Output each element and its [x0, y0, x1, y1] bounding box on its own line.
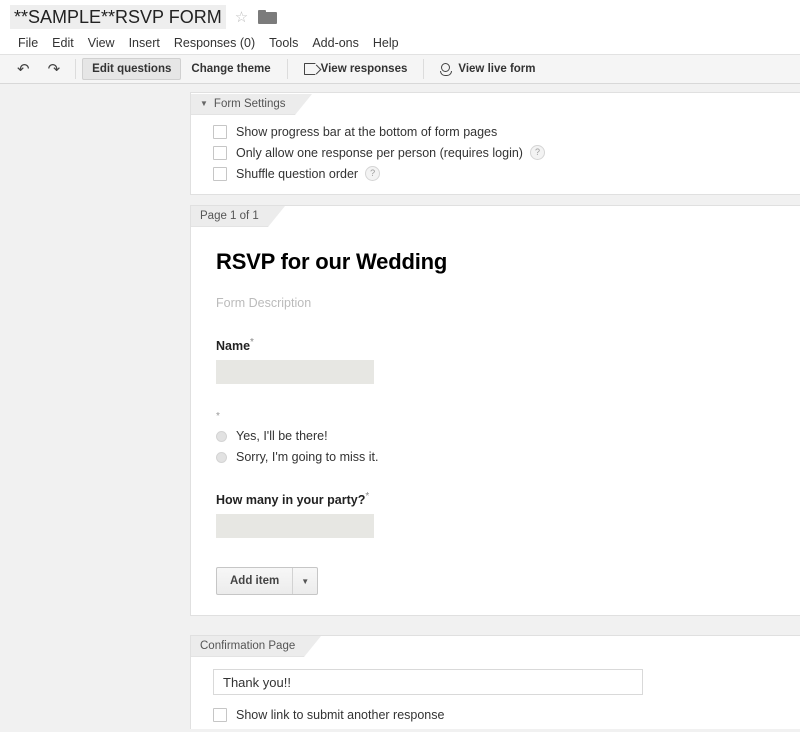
- menu-item-edit[interactable]: Edit: [45, 34, 81, 52]
- radio-option-no[interactable]: Sorry, I'm going to miss it.: [216, 450, 800, 464]
- checkbox-submit-another[interactable]: [213, 708, 227, 722]
- change-theme-button[interactable]: Change theme: [181, 58, 280, 80]
- confirmation-tab-label: Confirmation Page: [200, 640, 296, 652]
- confirmation-tab[interactable]: Confirmation Page: [191, 636, 322, 657]
- checkbox-shuffle-questions[interactable]: [213, 166, 227, 181]
- menu-item-addons[interactable]: Add-ons: [305, 34, 366, 52]
- setting-row-one-response[interactable]: Only allow one response per person (requ…: [191, 142, 800, 163]
- radio-option-yes-label: Yes, I'll be there!: [236, 429, 328, 444]
- page-tab-label: Page 1 of 1: [200, 210, 259, 222]
- redo-icon[interactable]: ↷: [39, 62, 70, 77]
- help-icon[interactable]: ?: [365, 166, 381, 181]
- menu-item-file[interactable]: File: [11, 34, 45, 52]
- setting-label-progress-bar: Show progress bar at the bottom of form …: [236, 125, 498, 139]
- star-icon[interactable]: ☆: [235, 10, 248, 25]
- question-name: Name*: [216, 337, 800, 385]
- toolbar-divider: [423, 59, 425, 79]
- app-header: **SAMPLE**RSVP FORM ☆ File Edit View Ins…: [0, 0, 800, 84]
- confirmation-row-submit-another[interactable]: Show link to submit another response: [213, 705, 800, 725]
- add-item-dropdown-icon[interactable]: ▼: [292, 568, 317, 595]
- radio-option-yes[interactable]: Yes, I'll be there!: [216, 429, 800, 443]
- setting-label-shuffle: Shuffle question order: [236, 166, 359, 181]
- checkbox-one-response[interactable]: [213, 145, 227, 160]
- setting-row-progress-bar[interactable]: Show progress bar at the bottom of form …: [191, 122, 800, 142]
- view-responses-label: View responses: [320, 63, 408, 75]
- required-marker: *: [216, 411, 220, 423]
- undo-icon[interactable]: ↶: [8, 62, 39, 77]
- confirmation-page-card: Confirmation Page Thank you!! Show link …: [190, 635, 800, 729]
- required-marker: *: [365, 491, 370, 503]
- form-settings-label: Form Settings: [213, 98, 286, 110]
- live-form-icon: [440, 62, 453, 76]
- change-theme-label: Change theme: [191, 63, 271, 75]
- form-settings-card: ▼ Form Settings Show progress bar at the…: [190, 92, 800, 195]
- menu-item-help[interactable]: Help: [366, 34, 406, 52]
- form-description-placeholder[interactable]: Form Description: [216, 296, 800, 310]
- form-title[interactable]: RSVP for our Wedding: [216, 249, 800, 275]
- view-live-form-label: View live form: [458, 63, 536, 75]
- menu-item-responses[interactable]: Responses (0): [167, 34, 262, 52]
- radio-icon[interactable]: [216, 430, 227, 442]
- title-row: **SAMPLE**RSVP FORM ☆: [0, 0, 800, 32]
- question-name-label: Name*: [216, 337, 800, 353]
- menu-bar: File Edit View Insert Responses (0) Tool…: [0, 32, 800, 54]
- toolbar: ↶ ↷ Edit questions Change theme View res…: [0, 54, 800, 84]
- form-settings-options: Show progress bar at the bottom of form …: [191, 115, 800, 194]
- checkbox-progress-bar[interactable]: [213, 125, 227, 139]
- edit-questions-label: Edit questions: [92, 63, 172, 75]
- form-settings-tab[interactable]: ▼ Form Settings: [191, 94, 312, 115]
- view-responses-button[interactable]: View responses: [294, 58, 418, 80]
- menu-item-insert[interactable]: Insert: [122, 34, 167, 52]
- question-party-size: How many in your party?*: [216, 491, 800, 539]
- form-body: RSVP for our Wedding Form Description Na…: [191, 227, 800, 615]
- setting-label-one-response: Only allow one response per person (requ…: [236, 145, 523, 160]
- external-link-icon: [303, 63, 316, 75]
- workspace: ▼ Form Settings Show progress bar at the…: [0, 84, 800, 729]
- toolbar-divider: [75, 59, 77, 79]
- help-icon[interactable]: ?: [529, 145, 545, 160]
- toolbar-divider: [286, 59, 288, 79]
- add-item-button[interactable]: Add item ▼: [216, 567, 319, 596]
- radio-icon[interactable]: [216, 451, 227, 463]
- question-party-size-text: How many in your party?: [216, 493, 366, 508]
- question-name-text: Name: [216, 339, 251, 354]
- menu-item-view[interactable]: View: [81, 34, 122, 52]
- form-page-card: Page 1 of 1 RSVP for our Wedding Form De…: [190, 205, 800, 617]
- question-party-size-label: How many in your party?*: [216, 491, 800, 507]
- required-marker: *: [250, 337, 254, 348]
- menu-item-tools[interactable]: Tools: [262, 34, 305, 52]
- edit-questions-button[interactable]: Edit questions: [82, 58, 182, 80]
- question-party-size-input[interactable]: [216, 514, 374, 539]
- add-item-label: Add item: [230, 575, 280, 588]
- question-name-input[interactable]: [216, 360, 374, 385]
- confirmation-body: Thank you!! Show link to submit another …: [191, 657, 800, 729]
- view-live-form-button[interactable]: View live form: [430, 58, 545, 81]
- page-tab[interactable]: Page 1 of 1: [191, 206, 285, 227]
- document-title[interactable]: **SAMPLE**RSVP FORM: [10, 5, 226, 29]
- radio-option-no-label: Sorry, I'm going to miss it.: [236, 450, 379, 465]
- setting-row-shuffle[interactable]: Shuffle question order ?: [191, 163, 800, 184]
- confirmation-message-input[interactable]: Thank you!!: [213, 669, 643, 695]
- chevron-down-icon: ▼: [200, 99, 208, 108]
- question-attendance: * Yes, I'll be there! Sorry, I'm going t…: [216, 411, 800, 464]
- folder-icon[interactable]: [258, 10, 278, 24]
- confirmation-label-submit-another: Show link to submit another response: [236, 708, 445, 722]
